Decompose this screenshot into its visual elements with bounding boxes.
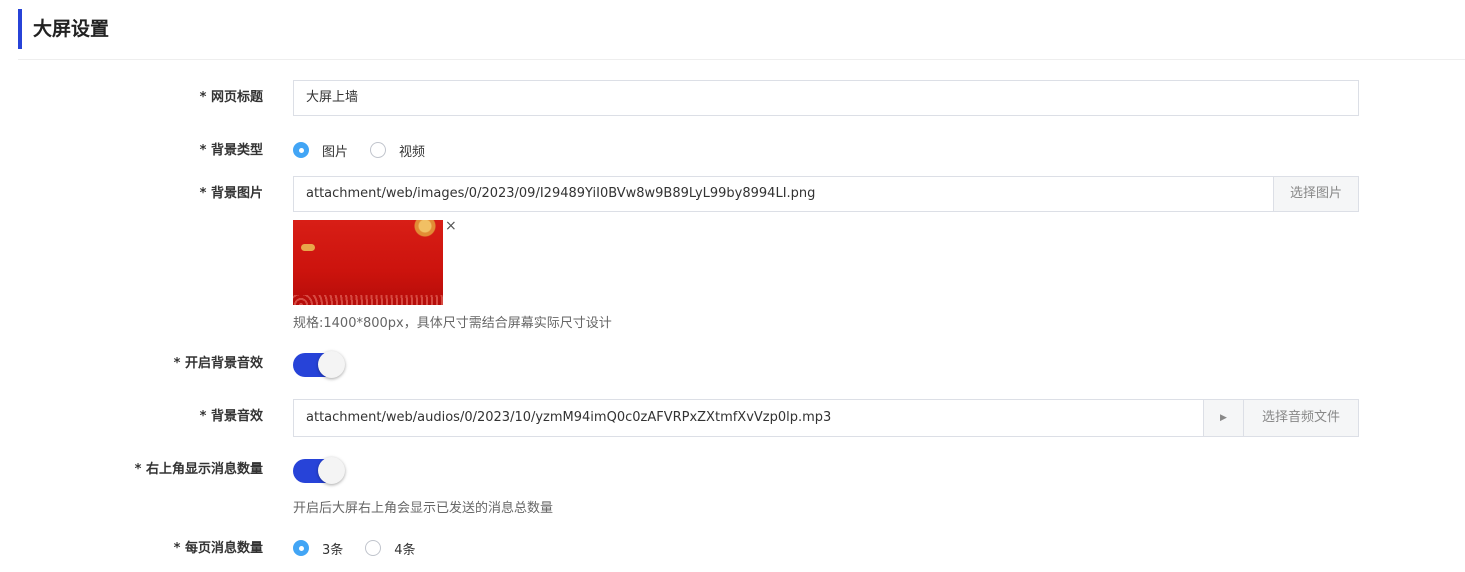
per-page-option-3-label: 3条 bbox=[322, 542, 344, 558]
bg-type-option-video[interactable]: 视频 bbox=[370, 141, 425, 160]
play-icon[interactable]: ▶ bbox=[1203, 399, 1244, 437]
per-page-radio-group: 3条 4条 bbox=[293, 538, 438, 558]
per-page-option-4[interactable]: 4条 bbox=[365, 539, 416, 558]
radio-checked-icon bbox=[293, 142, 309, 158]
bg-sound-path-input[interactable]: attachment/web/audios/0/2023/10/yzmM94im… bbox=[293, 399, 1204, 437]
radio-checked-icon bbox=[293, 540, 309, 556]
bg-type-option-video-label: 视频 bbox=[399, 144, 426, 160]
bg-sound-label: * 背景音效 bbox=[199, 409, 263, 424]
remove-image-icon[interactable]: × bbox=[445, 219, 457, 233]
header-accent-bar bbox=[18, 9, 22, 49]
bg-type-option-image[interactable]: 图片 bbox=[293, 141, 348, 160]
wave-pattern bbox=[293, 295, 443, 305]
bg-image-preview bbox=[293, 220, 443, 305]
bg-image-label: * 背景图片 bbox=[199, 186, 263, 201]
msg-count-toggle[interactable] bbox=[293, 457, 345, 484]
toggle-knob bbox=[318, 457, 345, 484]
per-page-option-3[interactable]: 3条 bbox=[293, 539, 343, 558]
bg-type-radio-group: 图片 视频 bbox=[293, 140, 447, 160]
cloud-decoration bbox=[301, 244, 315, 251]
select-audio-button[interactable]: 选择音频文件 bbox=[1243, 399, 1359, 437]
page-title-label: * 网页标题 bbox=[199, 90, 263, 105]
page-title: 大屏设置 bbox=[33, 18, 110, 40]
per-page-label: * 每页消息数量 bbox=[173, 541, 263, 556]
bg-image-hint: 规格:1400*800px，具体尺寸需结合屏幕实际尺寸设计 bbox=[293, 316, 612, 331]
flower-decoration bbox=[405, 220, 441, 240]
panel-header: 大屏设置 bbox=[18, 8, 1465, 60]
bg-type-option-image-label: 图片 bbox=[322, 144, 349, 160]
toggle-knob bbox=[318, 351, 345, 378]
page-title-input[interactable]: 大屏上墙 bbox=[293, 80, 1359, 116]
radio-unchecked-icon bbox=[370, 142, 387, 158]
msg-count-label: * 右上角显示消息数量 bbox=[134, 462, 263, 477]
radio-unchecked-icon bbox=[365, 540, 382, 556]
per-page-option-4-label: 4条 bbox=[394, 542, 416, 558]
select-image-button[interactable]: 选择图片 bbox=[1273, 176, 1359, 212]
bg-type-label: * 背景类型 bbox=[199, 143, 263, 158]
bg-image-path-input[interactable]: attachment/web/images/0/2023/09/I29489Yi… bbox=[293, 176, 1274, 212]
bg-sound-enabled-label: * 开启背景音效 bbox=[173, 356, 263, 371]
bg-sound-toggle[interactable] bbox=[293, 351, 345, 378]
msg-count-hint: 开启后大屏右上角会显示已发送的消息总数量 bbox=[293, 501, 554, 516]
